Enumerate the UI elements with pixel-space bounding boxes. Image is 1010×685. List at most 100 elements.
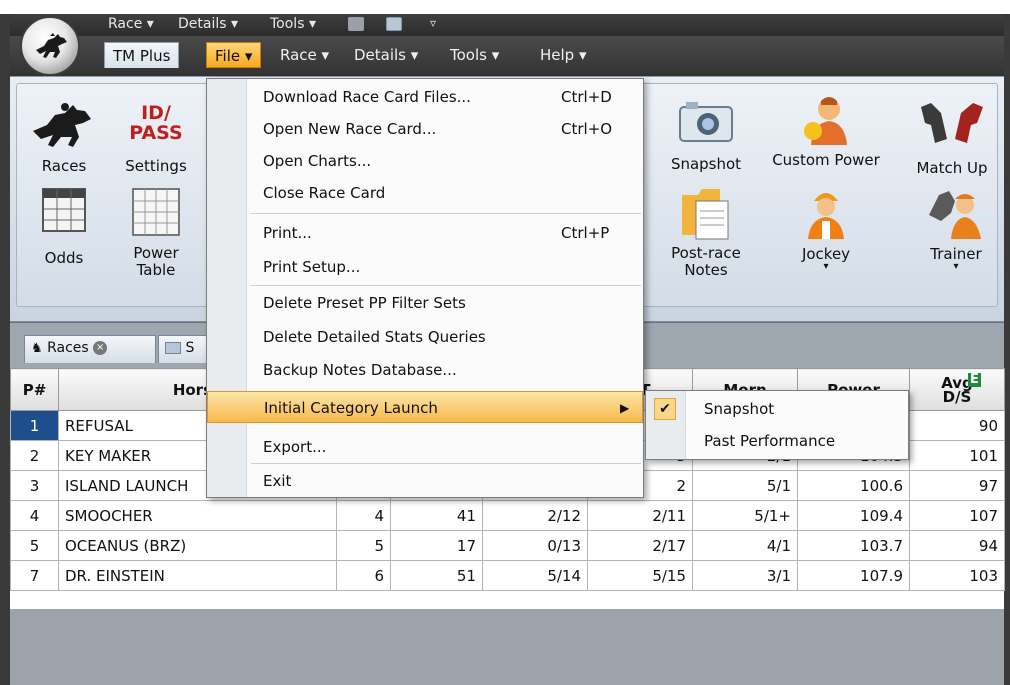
settings-button[interactable]: ID/ PASS Settings — [110, 99, 202, 175]
camera-icon — [679, 102, 733, 142]
cell-avg[interactable]: 107 — [909, 500, 1005, 531]
cell-c3[interactable]: 6 — [336, 560, 391, 591]
cell-c3[interactable]: 4 — [336, 500, 391, 531]
doc-tab-races[interactable]: ♞ Races × — [24, 335, 156, 363]
odds-button[interactable]: Odds — [24, 187, 104, 267]
races-button[interactable]: Races — [24, 101, 104, 175]
menu-item-print-setup[interactable]: Print Setup... — [207, 251, 643, 283]
trainer-icon — [929, 191, 981, 239]
menu-item-backup-notes-database[interactable]: Backup Notes Database... — [207, 354, 643, 386]
cell-c6[interactable]: 2/17 — [587, 530, 693, 561]
cell-c4[interactable]: 17 — [390, 530, 483, 561]
cell-power[interactable]: 100.6 — [797, 470, 910, 501]
menu-item-initial-category-launch[interactable]: Initial Category Launch ▶ — [207, 391, 643, 423]
cell-c5[interactable]: 5/14 — [482, 560, 588, 591]
cell-p[interactable]: 5 — [10, 530, 59, 561]
window-icon[interactable] — [386, 17, 402, 31]
tab-tools[interactable]: Tools ▾ — [442, 42, 507, 68]
qat-customize-icon[interactable]: ▿ — [430, 16, 436, 30]
jockey-dropdown-arrow[interactable]: ▾ — [784, 261, 868, 272]
cell-morn[interactable]: 5/1 — [692, 470, 798, 501]
app-window: Race ▾ Details ▾ Tools ▾ ▿ TM Plus File … — [0, 0, 1010, 685]
horse-icon[interactable] — [348, 17, 364, 31]
submenu-item-snapshot[interactable]: ✔ Snapshot — [646, 393, 908, 425]
file-menu: Download Race Card Files... Ctrl+D Open N… — [206, 78, 644, 498]
tab-file[interactable]: File ▾ — [206, 42, 262, 68]
cell-morn[interactable]: 5/1+ — [692, 500, 798, 531]
trainer-dropdown-arrow[interactable]: ▾ — [914, 261, 998, 272]
jockey-button[interactable]: Jockey ▾ — [784, 185, 868, 272]
cell-avg[interactable]: 103 — [909, 560, 1005, 591]
qat-tools-menu[interactable]: Tools ▾ — [270, 16, 316, 32]
menu-item-export[interactable]: Export... — [207, 431, 643, 463]
cell-horse[interactable]: SMOOCHER — [58, 500, 337, 531]
odds-label: Odds — [44, 249, 84, 267]
menu-item-open-new-race-card[interactable]: Open New Race Card... Ctrl+O — [207, 113, 643, 145]
post-race-notes-button[interactable]: Post-race Notes — [660, 185, 752, 279]
cell-power[interactable]: 107.9 — [797, 560, 910, 591]
menu-item-delete-preset-pp-filter-sets[interactable]: Delete Preset PP Filter Sets — [207, 287, 643, 319]
initial-category-launch-submenu: ✔ Snapshot Past Performance — [645, 390, 909, 460]
cell-morn[interactable]: 3/1 — [692, 560, 798, 591]
cell-c4[interactable]: 41 — [390, 500, 483, 531]
cell-power[interactable]: 103.7 — [797, 530, 910, 561]
table-row[interactable]: 4 SMOOCHER 4 41 2/12 2/11 5/1+ 109.4 107 — [10, 500, 1005, 531]
cell-p[interactable]: 4 — [10, 500, 59, 531]
cell-p[interactable]: 7 — [10, 560, 59, 591]
match-up-button[interactable]: Match Up — [904, 99, 1000, 177]
cell-c6[interactable]: 2/11 — [587, 500, 693, 531]
submenu-item-past-performance[interactable]: Past Performance — [646, 425, 908, 457]
table-row[interactable]: 7 DR. EINSTEIN 6 51 5/14 5/15 3/1 107.9 103 — [10, 560, 1005, 591]
app-menu-orb[interactable] — [20, 16, 80, 76]
menu-item-open-charts[interactable]: Open Charts... — [207, 145, 643, 177]
horse-heads-icon — [921, 103, 983, 143]
qat-details-menu[interactable]: Details ▾ — [178, 16, 238, 32]
doc-tab-snapshot[interactable]: S — [158, 335, 212, 363]
cell-c6[interactable]: 5/15 — [587, 560, 693, 591]
cell-c5[interactable]: 2/12 — [482, 500, 588, 531]
window-frame-left — [0, 14, 10, 685]
custom-power-button[interactable]: Custom Power — [766, 93, 886, 169]
tab-help[interactable]: Help ▾ — [532, 42, 595, 68]
cell-c5[interactable]: 0/13 — [482, 530, 588, 561]
cell-horse[interactable]: OCEANUS (BRZ) — [58, 530, 337, 561]
cell-avg[interactable]: 94 — [909, 530, 1005, 561]
cell-morn[interactable]: 4/1 — [692, 530, 798, 561]
quick-access-toolbar: Race ▾ Details ▾ Tools ▾ ▿ — [10, 14, 1004, 36]
cell-power[interactable]: 109.4 — [797, 500, 910, 531]
snapshot-button[interactable]: Snapshot — [664, 99, 748, 173]
cell-c4[interactable]: 51 — [390, 560, 483, 591]
check-icon: ✔ — [654, 398, 676, 420]
cell-p[interactable]: 1 — [10, 410, 59, 441]
menu-item-delete-detailed-stats-queries[interactable]: Delete Detailed Stats Queries — [207, 321, 643, 353]
id-pass-icon: ID/ PASS — [129, 102, 183, 144]
cell-c3[interactable]: 5 — [336, 530, 391, 561]
menu-item-print[interactable]: Print... Ctrl+P — [207, 217, 643, 249]
menu-separator — [251, 213, 641, 214]
doc-tab-snapshot-label: S — [185, 340, 195, 356]
menu-item-download-race-card-files[interactable]: Download Race Card Files... Ctrl+D — [207, 81, 643, 113]
cell-avg[interactable]: 97 — [909, 470, 1005, 501]
power-table-label: Power Table — [133, 244, 179, 279]
person-custom-icon — [804, 97, 847, 145]
power-table-button[interactable]: Power Table — [120, 187, 192, 279]
table-row[interactable]: 5 OCEANUS (BRZ) 5 17 0/13 2/17 4/1 103.7 94 — [10, 530, 1005, 561]
tab-tm-plus[interactable]: TM Plus — [104, 42, 180, 68]
tab-details[interactable]: Details ▾ — [346, 42, 426, 68]
col-header-pnum[interactable]: P# — [10, 368, 59, 411]
qat-race-menu[interactable]: Race ▾ — [108, 16, 154, 32]
menu-item-exit[interactable]: Exit — [207, 465, 643, 497]
menu-item-close-race-card[interactable]: Close Race Card — [207, 177, 643, 209]
cell-avg[interactable]: 101 — [909, 440, 1005, 471]
match-up-label: Match Up — [916, 159, 988, 177]
cell-p[interactable]: 3 — [10, 470, 59, 501]
horse-small-icon: ♞ — [31, 341, 43, 356]
doc-tab-races-label: Races — [47, 340, 89, 356]
close-tab-icon[interactable]: × — [93, 341, 108, 355]
cell-p[interactable]: 2 — [10, 440, 59, 471]
cell-avg[interactable]: 90 — [909, 410, 1005, 441]
tab-race[interactable]: Race ▾ — [272, 42, 337, 68]
trainer-button[interactable]: Trainer ▾ — [914, 185, 998, 272]
cell-horse[interactable]: DR. EINSTEIN — [58, 560, 337, 591]
col-header-avg-ds[interactable]: Avg D/S E — [909, 368, 1005, 411]
